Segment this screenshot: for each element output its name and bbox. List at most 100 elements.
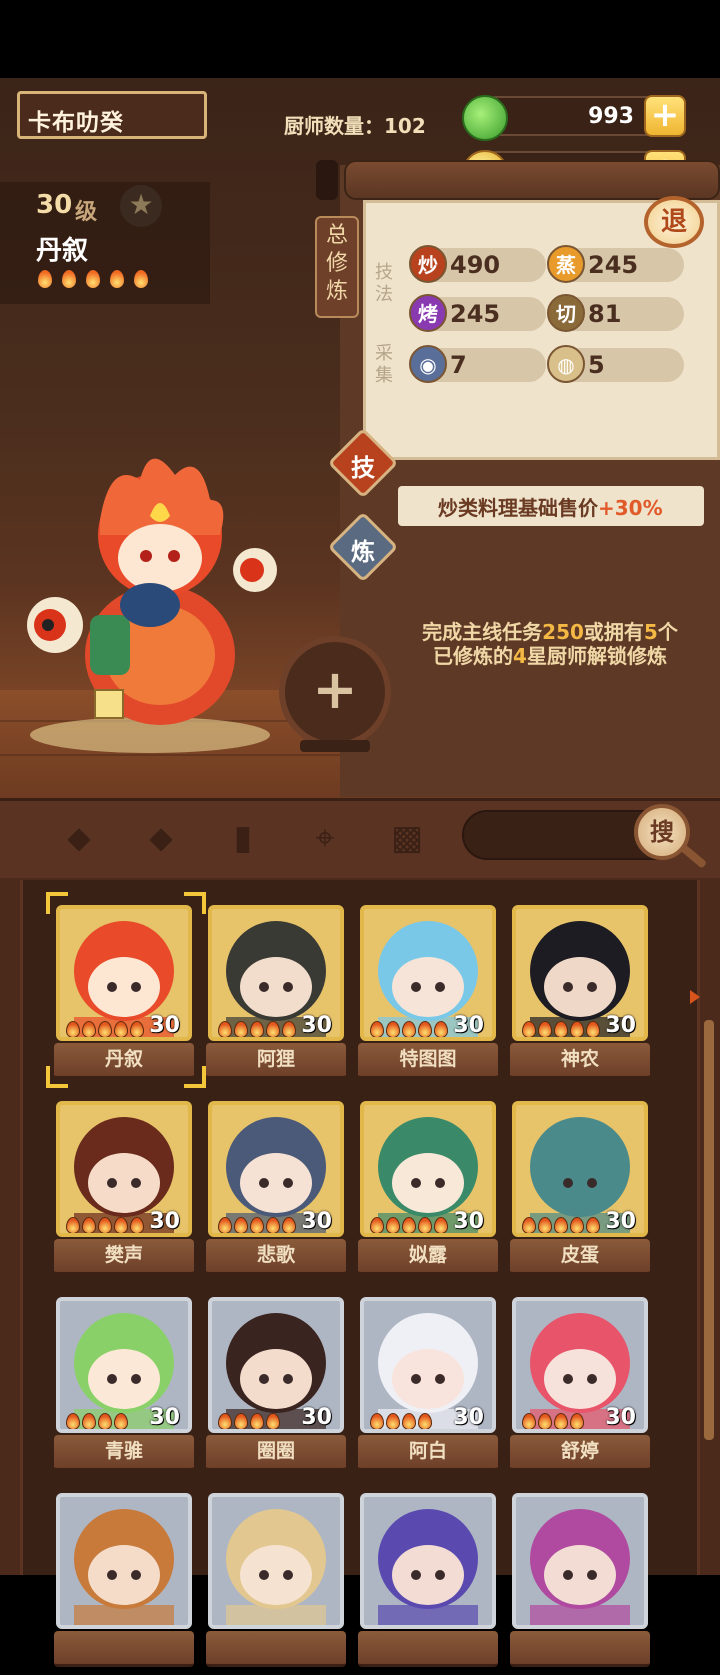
- chef-card[interactable]: 30 圈圈: [206, 1297, 348, 1479]
- star-flame-icon: [66, 1413, 80, 1429]
- meat-filter-icon[interactable]: ⬥: [138, 816, 184, 860]
- star-flame-icon: [402, 1413, 416, 1429]
- favorite-star-icon[interactable]: ★: [120, 185, 162, 227]
- refine-tab-label[interactable]: 炼: [338, 532, 388, 567]
- star-flame-icon: [266, 1217, 280, 1233]
- chef-card[interactable]: [358, 1493, 500, 1675]
- chef-portrait-frame: 30: [512, 1101, 648, 1237]
- tab-total-cultivation[interactable]: 总修炼: [315, 216, 359, 318]
- star-flame-icon: [434, 1217, 448, 1233]
- jar-filter-icon[interactable]: ▮: [220, 816, 266, 860]
- chef-card[interactable]: [510, 1493, 652, 1675]
- stat-stir-fry: 炒 490: [409, 245, 546, 283]
- star-flame-icon: [554, 1021, 568, 1037]
- scroll-arrow-icon: [690, 990, 700, 1004]
- chef-portrait-frame: [512, 1493, 648, 1629]
- unlock-text: 星厨师解锁修炼: [526, 644, 667, 668]
- chef-card-stars: [370, 1021, 450, 1037]
- chef-portrait-frame: 30: [360, 1297, 496, 1433]
- location-filter-icon[interactable]: ⌖: [302, 816, 348, 860]
- chef-card[interactable]: 30 青骓: [54, 1297, 196, 1479]
- player-name-box[interactable]: 卡布叻癸: [17, 91, 207, 139]
- chef-card-name: 悲歌: [206, 1239, 346, 1275]
- stat-grain: ◍ 5: [547, 345, 684, 383]
- chef-card-name: 阿白: [358, 1435, 498, 1471]
- skill-side-label: 技法: [375, 262, 393, 305]
- chef-portrait: [226, 1509, 326, 1625]
- star-flame-icon: [586, 1021, 600, 1037]
- chef-card[interactable]: [206, 1493, 348, 1675]
- chef-star-rating: [38, 270, 158, 290]
- star-flame-icon: [282, 1021, 296, 1037]
- star-flame-icon: [386, 1021, 400, 1037]
- chef-card-stars: [66, 1217, 146, 1233]
- chef-card-level: 30: [453, 1013, 484, 1038]
- grain-icon: ◍: [547, 345, 585, 383]
- chef-card[interactable]: 30 姒露: [358, 1101, 500, 1283]
- chef-card-name: [206, 1631, 346, 1667]
- unlock-text: 或拥有: [583, 620, 644, 644]
- steam-icon: 蒸: [547, 245, 585, 283]
- star-flame-icon: [114, 1413, 128, 1429]
- jade-icon: [462, 95, 508, 141]
- star-flame-icon: [234, 1217, 248, 1233]
- tab-total-label: 总修炼: [326, 223, 349, 304]
- chef-card[interactable]: [54, 1493, 196, 1675]
- bonus-value: +30%: [598, 496, 663, 520]
- chef-portrait-frame: 30: [56, 1101, 192, 1237]
- chef-card[interactable]: 30 特图图: [358, 905, 500, 1087]
- chef-card-name: 特图图: [358, 1043, 498, 1079]
- star-flame-icon: [130, 1217, 144, 1233]
- unlock-quest-count: 250: [542, 620, 584, 644]
- chef-card[interactable]: 30 舒婷: [510, 1297, 652, 1479]
- skill-tab-label[interactable]: 技: [338, 448, 388, 483]
- chef-portrait-frame: 30: [512, 905, 648, 1041]
- chef-card-level: 30: [453, 1405, 484, 1430]
- star-flame-icon: [522, 1021, 536, 1037]
- chef-level: 30: [36, 190, 73, 220]
- chef-card[interactable]: 30 阿狸: [206, 905, 348, 1087]
- board-rod: [344, 160, 720, 200]
- star-flame-icon: [370, 1217, 384, 1233]
- chef-portrait-frame: 30: [512, 1297, 648, 1433]
- map-filter-icon[interactable]: ▩: [384, 816, 430, 860]
- add-button-stand: [300, 740, 370, 752]
- chef-card-stars: [218, 1021, 298, 1037]
- star-flame-icon: [218, 1217, 232, 1233]
- chef-card[interactable]: 30 阿白: [358, 1297, 500, 1479]
- star-flame-icon: [386, 1413, 400, 1429]
- chef-character-illustration: [27, 458, 277, 753]
- chef-card-name: 舒婷: [510, 1435, 650, 1471]
- chef-card-name: 姒露: [358, 1239, 498, 1275]
- star-flame-icon: [218, 1021, 232, 1037]
- star-flame-icon: [402, 1217, 416, 1233]
- add-jade-button[interactable]: +: [644, 95, 686, 137]
- chef-card[interactable]: 30 皮蛋: [510, 1101, 652, 1283]
- chef-card[interactable]: 30 悲歌: [206, 1101, 348, 1283]
- star-flame-icon: [538, 1413, 552, 1429]
- exit-button[interactable]: 退: [644, 196, 704, 248]
- chef-card-stars: [522, 1021, 602, 1037]
- star-flame-icon: [98, 1217, 112, 1233]
- star-flame-icon: [250, 1021, 264, 1037]
- selection-highlight: [46, 892, 206, 1088]
- star-flame-icon: [370, 1021, 384, 1037]
- chef-portrait-frame: [208, 1493, 344, 1629]
- fish-value: 7: [450, 351, 467, 379]
- chef-card-name: [54, 1631, 194, 1667]
- board-rod-end: [316, 160, 338, 200]
- chef-card[interactable]: 30 神农: [510, 905, 652, 1087]
- list-scrollbar[interactable]: [704, 1020, 714, 1440]
- cut-icon: 切: [547, 294, 585, 332]
- star-flame-icon: [114, 1217, 128, 1233]
- roast-value: 245: [450, 300, 501, 328]
- ingredient-filter-icon[interactable]: ⬥: [56, 816, 102, 860]
- chef-card[interactable]: 30 樊声: [54, 1101, 196, 1283]
- skill-bonus: 炒类料理基础售价+30%: [398, 486, 704, 526]
- chef-count-label: 厨师数量：: [284, 114, 384, 138]
- stat-fish: ◉ 7: [409, 345, 546, 383]
- chef-portrait-frame: 30: [360, 905, 496, 1041]
- star-flame-icon: [266, 1413, 280, 1429]
- chef-portrait-frame: 30: [56, 1297, 192, 1433]
- star-flame-icon: [538, 1021, 552, 1037]
